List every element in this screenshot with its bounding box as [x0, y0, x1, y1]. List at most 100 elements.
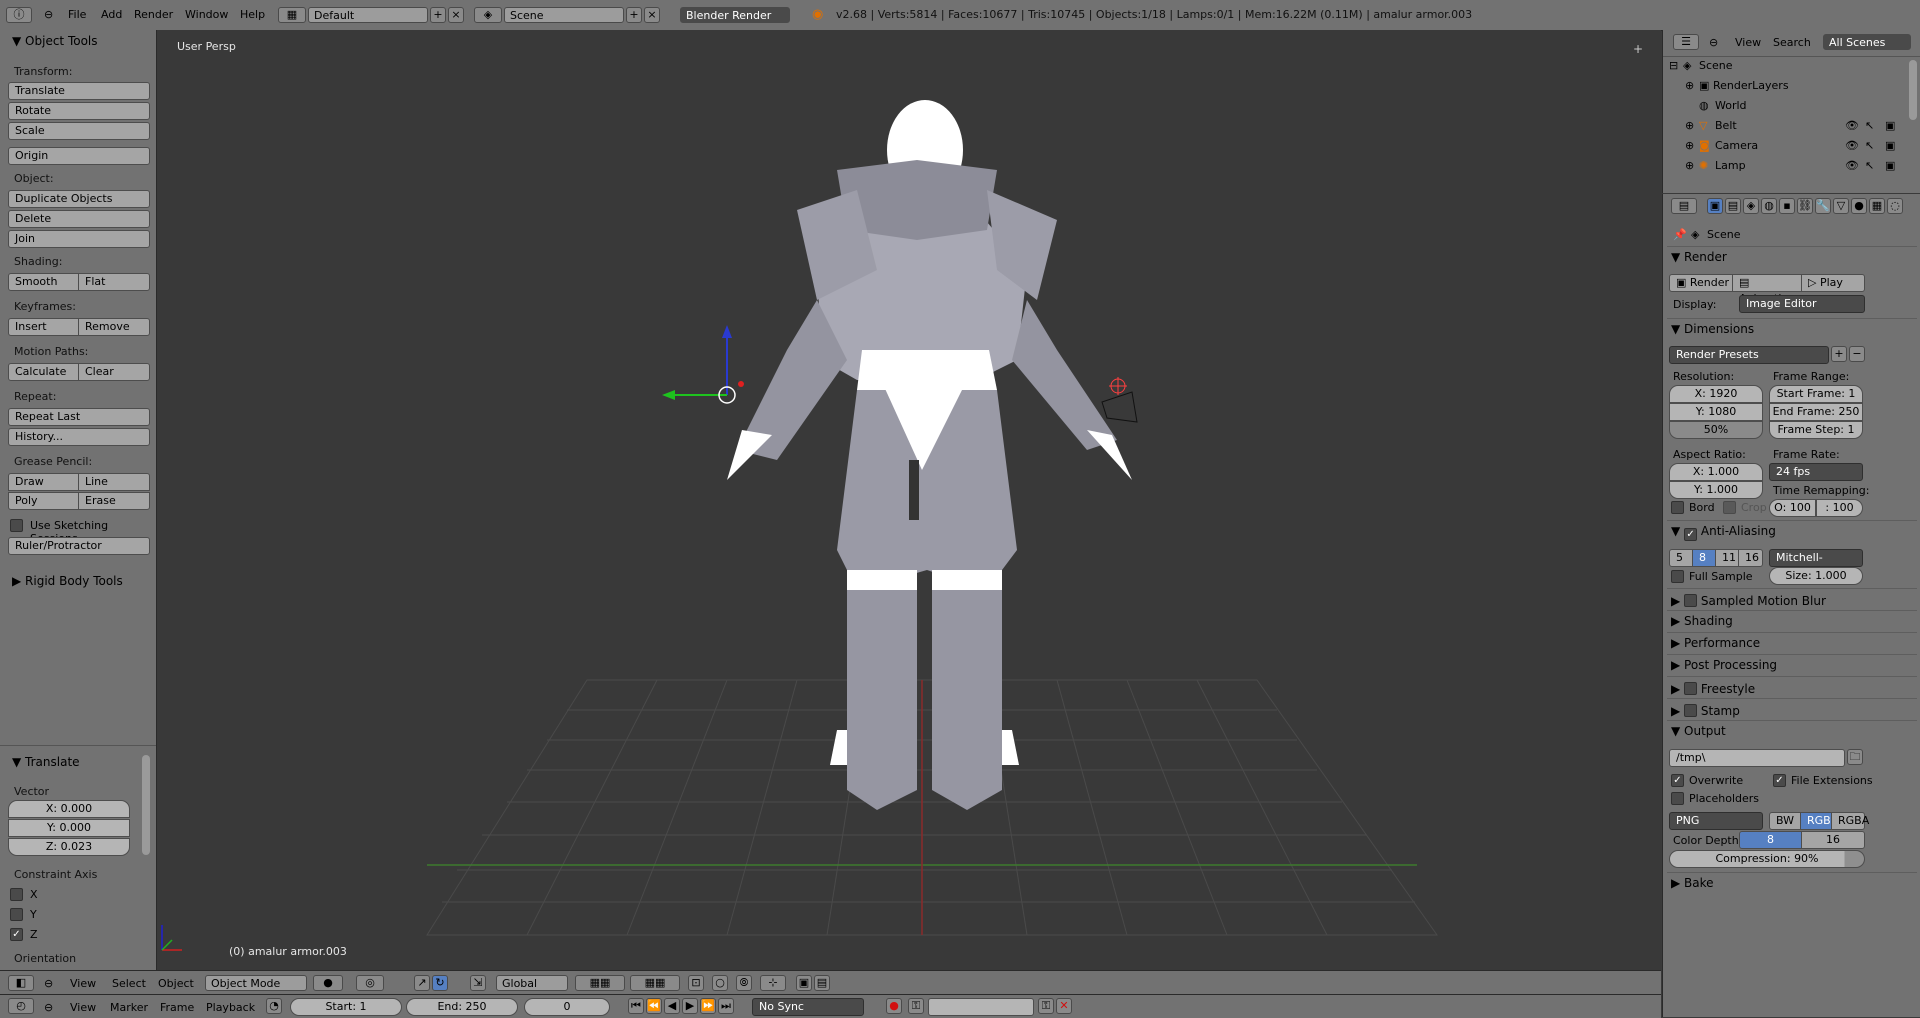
add-preset-icon[interactable]: + [1831, 346, 1847, 362]
delete-button[interactable]: Delete [8, 210, 150, 228]
line-button[interactable]: Line [78, 473, 150, 491]
sketching-sessions-checkbox[interactable] [10, 519, 23, 532]
file-extensions-checkbox[interactable]: ✓ [1773, 774, 1786, 787]
freestyle-panel-header[interactable]: ▶ Freestyle [1671, 680, 1755, 696]
render-button[interactable]: ▣ Render [1669, 274, 1733, 292]
manipulator-scale-icon[interactable]: ⇲ [470, 975, 486, 991]
ruler-protractor-button[interactable]: Ruler/Protractor [8, 537, 150, 555]
menu-view[interactable]: View [70, 1001, 96, 1014]
selectable-cursor-icon[interactable]: ↖ [1865, 139, 1874, 152]
material-tab-icon[interactable]: ● [1851, 198, 1867, 214]
play-icon[interactable]: ▶ [682, 998, 698, 1014]
origin-button[interactable]: Origin [8, 147, 150, 165]
freestyle-checkbox[interactable] [1684, 682, 1698, 695]
remap-old-field[interactable]: O: 100 [1769, 499, 1816, 517]
menu-help[interactable]: Help [240, 8, 265, 21]
poly-button[interactable]: Poly [8, 492, 79, 510]
editor-type-icon[interactable]: ⓘ [6, 7, 32, 23]
placeholders-checkbox[interactable] [1671, 792, 1684, 805]
physics-tab-icon[interactable]: ◌ [1887, 198, 1903, 214]
constraints-tab-icon[interactable]: ⛓ [1797, 198, 1813, 214]
remap-new-field[interactable]: : 100 [1816, 499, 1863, 517]
plus-icon[interactable]: + [1633, 42, 1643, 56]
color-rgb-button[interactable]: RGB [1800, 812, 1832, 830]
flat-button[interactable]: Flat [78, 273, 150, 291]
lock-camera-icon[interactable]: ⊡ [688, 975, 704, 991]
play-reverse-icon[interactable]: ◀ [664, 998, 680, 1014]
visibility-eye-icon[interactable]: 👁 [1845, 159, 1859, 172]
editor-type-icon[interactable]: ▤ [1671, 198, 1697, 214]
join-button[interactable]: Join [8, 230, 150, 248]
keying-set-icon[interactable]: ⚿ [908, 998, 924, 1014]
display-dropdown[interactable]: Image Editor [1739, 295, 1865, 313]
outliner-row-lamp[interactable]: ⊕ ✺ Lamp 👁 ↖ ▣ [1663, 156, 1920, 176]
object-tools-header[interactable]: ▼ Object Tools [12, 34, 98, 48]
menu-select[interactable]: Select [112, 977, 146, 990]
translate-button[interactable]: Translate [8, 82, 150, 100]
folder-browse-icon[interactable]: 🗀 [1847, 749, 1863, 765]
proportional-edit-icon[interactable]: ○ [712, 975, 728, 991]
jump-start-icon[interactable]: ⏮ [628, 998, 644, 1014]
operator-scrollbar[interactable] [142, 755, 150, 855]
visibility-eye-icon[interactable]: 👁 [1845, 139, 1859, 152]
dimensions-panel-header[interactable]: ▼ Dimensions [1671, 322, 1754, 336]
pivot-point-icon[interactable]: ◎ [356, 975, 384, 991]
scale-button[interactable]: Scale [8, 122, 150, 140]
scene-icon[interactable]: ◈ [474, 7, 502, 23]
transform-orientation-dropdown[interactable]: Global [496, 975, 568, 991]
render-icon[interactable]: ▣ [796, 975, 812, 991]
scene-tab-icon[interactable]: ◈ [1743, 198, 1759, 214]
insert-keyframe-button[interactable]: Insert [8, 318, 79, 336]
display-mode-dropdown[interactable]: All Scenes [1823, 34, 1911, 50]
keying-set-field[interactable] [928, 998, 1034, 1016]
rotate-button[interactable]: Rotate [8, 102, 150, 120]
layout-selector[interactable]: Default [308, 7, 428, 23]
menu-file[interactable]: File [68, 8, 86, 21]
layer-buttons-a[interactable]: ▦▦ [575, 975, 625, 991]
menu-view[interactable]: View [70, 977, 96, 990]
menu-playback[interactable]: Playback [206, 1001, 255, 1014]
output-path-field[interactable]: /tmp\ [1669, 749, 1845, 767]
aspect-x-field[interactable]: X: 1.000 [1669, 463, 1763, 481]
play-button[interactable]: ▷ Play [1801, 274, 1865, 292]
aa-filter-dropdown[interactable]: Mitchell-Netravali [1769, 549, 1863, 580]
remove-scene-icon[interactable]: × [644, 7, 660, 23]
translate-operator-header[interactable]: ▼ Translate [12, 755, 80, 769]
constraint-y-checkbox[interactable] [10, 908, 23, 921]
repeat-last-button[interactable]: Repeat Last [8, 408, 150, 426]
selectable-cursor-icon[interactable]: ↖ [1865, 119, 1874, 132]
color-rgba-button[interactable]: RGBA [1831, 812, 1869, 830]
manipulator-translate-icon[interactable]: ↗ [414, 975, 430, 991]
constraint-z-checkbox[interactable]: ✓ [10, 928, 23, 941]
pin-icon[interactable]: 📌 [1673, 228, 1687, 241]
compression-slider[interactable]: Compression: 90% [1669, 850, 1865, 868]
remove-layout-icon[interactable]: × [448, 7, 464, 23]
object-tab-icon[interactable]: ▪ [1779, 198, 1795, 214]
menu-search[interactable]: Search [1773, 36, 1811, 49]
clear-button[interactable]: Clear [78, 363, 150, 381]
add-layout-icon[interactable]: + [430, 7, 446, 23]
border-checkbox[interactable] [1671, 501, 1684, 514]
color-depth-8-button[interactable]: 8 [1739, 831, 1802, 849]
modifiers-tab-icon[interactable]: 🔧 [1815, 198, 1831, 214]
editor-type-icon[interactable]: ◧ [8, 975, 34, 991]
color-bw-button[interactable]: BW [1769, 812, 1801, 830]
expand-icon[interactable]: ⊕ [1685, 79, 1694, 92]
menu-window[interactable]: Window [185, 8, 228, 21]
record-icon[interactable]: ● [886, 998, 902, 1014]
editor-type-icon[interactable]: ☰ [1673, 34, 1699, 50]
shading-panel-header[interactable]: ▶ Shading [1671, 614, 1733, 628]
menu-add[interactable]: Add [101, 8, 122, 21]
expand-icon[interactable]: ⊟ [1669, 59, 1678, 72]
post-processing-panel-header[interactable]: ▶ Post Processing [1671, 658, 1777, 672]
remove-keyframe-button[interactable]: Remove [78, 318, 150, 336]
renderable-icon[interactable]: ▣ [1885, 159, 1895, 172]
resolution-x-field[interactable]: X: 1920 [1669, 385, 1763, 403]
vector-y-field[interactable]: Y: 0.000 [8, 819, 130, 837]
menu-object[interactable]: Object [158, 977, 194, 990]
mode-selector[interactable]: Object Mode [205, 975, 307, 991]
renderable-icon[interactable]: ▣ [1885, 139, 1895, 152]
outliner-row-camera[interactable]: ⊕ ◙ Camera 👁 ↖ ▣ [1663, 136, 1920, 156]
smooth-button[interactable]: Smooth [8, 273, 79, 291]
draw-button[interactable]: Draw [8, 473, 79, 491]
